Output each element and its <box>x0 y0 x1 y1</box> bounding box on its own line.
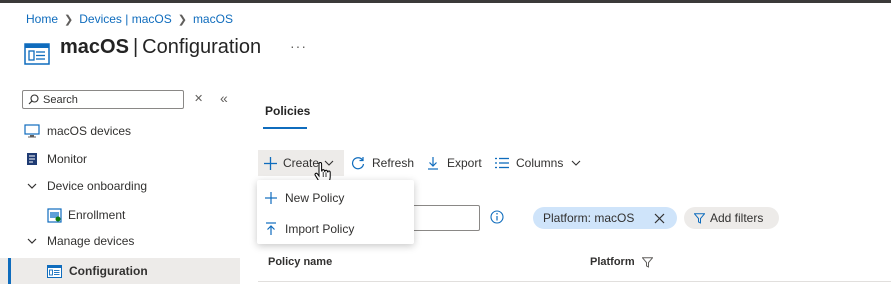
export-label: Export <box>447 156 482 170</box>
sidebar-item-label: Configuration <box>69 264 148 278</box>
breadcrumb: Home ❯ Devices | macOS ❯ macOS <box>26 12 233 26</box>
chevron-down-icon <box>571 160 581 166</box>
filter-icon <box>694 212 705 224</box>
export-button[interactable]: Export <box>427 150 482 176</box>
upload-icon <box>266 222 276 235</box>
columns-icon <box>495 157 509 169</box>
sidebar-item-device-onboarding[interactable]: Device onboarding <box>0 174 240 198</box>
top-border <box>0 0 891 3</box>
search-input[interactable] <box>43 93 173 106</box>
tab-policies[interactable]: Policies <box>265 104 310 118</box>
filter-search-input[interactable] <box>405 205 480 231</box>
collapse-sidebar-icon[interactable]: « <box>220 90 228 106</box>
title-separator: | <box>132 36 139 58</box>
clear-search-icon[interactable]: ✕ <box>194 92 203 105</box>
chevron-down-icon <box>26 178 38 194</box>
menu-item-new-policy[interactable]: New Policy <box>257 183 414 213</box>
columns-button[interactable]: Columns <box>495 150 581 176</box>
platform-filter-label: Platform: macOS <box>543 211 635 225</box>
monitor-icon <box>24 151 40 167</box>
sidebar-search[interactable] <box>22 90 184 109</box>
sidebar-item-label: Device onboarding <box>47 179 148 193</box>
plus-icon <box>264 156 277 170</box>
chevron-down-icon <box>26 233 38 249</box>
tab-underline <box>263 127 307 129</box>
plus-icon <box>265 192 277 204</box>
sidebar-item-monitor[interactable]: Monitor <box>0 147 240 171</box>
refresh-icon <box>351 157 365 170</box>
search-icon <box>28 94 39 105</box>
table-header-divider <box>258 281 891 282</box>
chevron-right-icon: ❯ <box>177 13 187 26</box>
add-filters-button[interactable]: Add filters <box>684 207 779 229</box>
refresh-button[interactable]: Refresh <box>351 150 414 176</box>
menu-item-import-policy[interactable]: Import Policy <box>257 214 414 244</box>
add-filters-label: Add filters <box>710 211 764 225</box>
breadcrumb-devices-macos[interactable]: Devices | macOS <box>79 12 171 26</box>
page-title-bold: macOS <box>60 36 129 58</box>
sidebar-item-label: Enrollment <box>68 208 126 222</box>
sidebar-item-label: macOS devices <box>47 124 132 138</box>
sidebar-item-label: Monitor <box>47 152 88 166</box>
refresh-label: Refresh <box>372 156 415 170</box>
sidebar-item-manage-devices[interactable]: Manage devices <box>0 229 240 253</box>
close-icon[interactable] <box>654 213 665 224</box>
monitor-device-icon <box>24 123 40 139</box>
sidebar-item-enrollment[interactable]: Enrollment <box>0 203 240 227</box>
column-header-policy-name[interactable]: Policy name <box>268 256 332 268</box>
page-title-rest: Configuration <box>142 36 262 58</box>
sidebar-item-configuration[interactable]: Configuration <box>0 258 240 284</box>
column-header-label: Platform <box>590 256 635 268</box>
enrollment-icon <box>46 207 62 223</box>
sidebar-item-label: Manage devices <box>47 234 135 248</box>
column-header-label: Policy name <box>268 256 333 268</box>
menu-item-label: Import Policy <box>285 222 355 236</box>
page-title: macOS | Configuration <box>60 36 261 59</box>
configuration-icon <box>46 263 62 279</box>
platform-filter-pill[interactable]: Platform: macOS <box>533 207 677 229</box>
menu-item-label: New Policy <box>285 191 345 205</box>
configuration-icon <box>24 43 50 65</box>
more-options-button[interactable]: ··· <box>290 38 307 54</box>
column-header-platform[interactable]: Platform <box>590 256 653 268</box>
download-icon <box>428 157 438 170</box>
sidebar-item-macos-devices[interactable]: macOS devices <box>0 119 240 143</box>
filter-icon[interactable] <box>641 256 653 268</box>
info-icon[interactable] <box>490 210 504 224</box>
chevron-right-icon: ❯ <box>64 13 74 26</box>
create-dropdown-menu: New Policy Import Policy <box>257 180 414 244</box>
breadcrumb-macos[interactable]: macOS <box>193 12 233 26</box>
selection-indicator <box>8 258 11 284</box>
breadcrumb-home[interactable]: Home <box>26 12 58 26</box>
columns-label: Columns <box>516 156 564 170</box>
